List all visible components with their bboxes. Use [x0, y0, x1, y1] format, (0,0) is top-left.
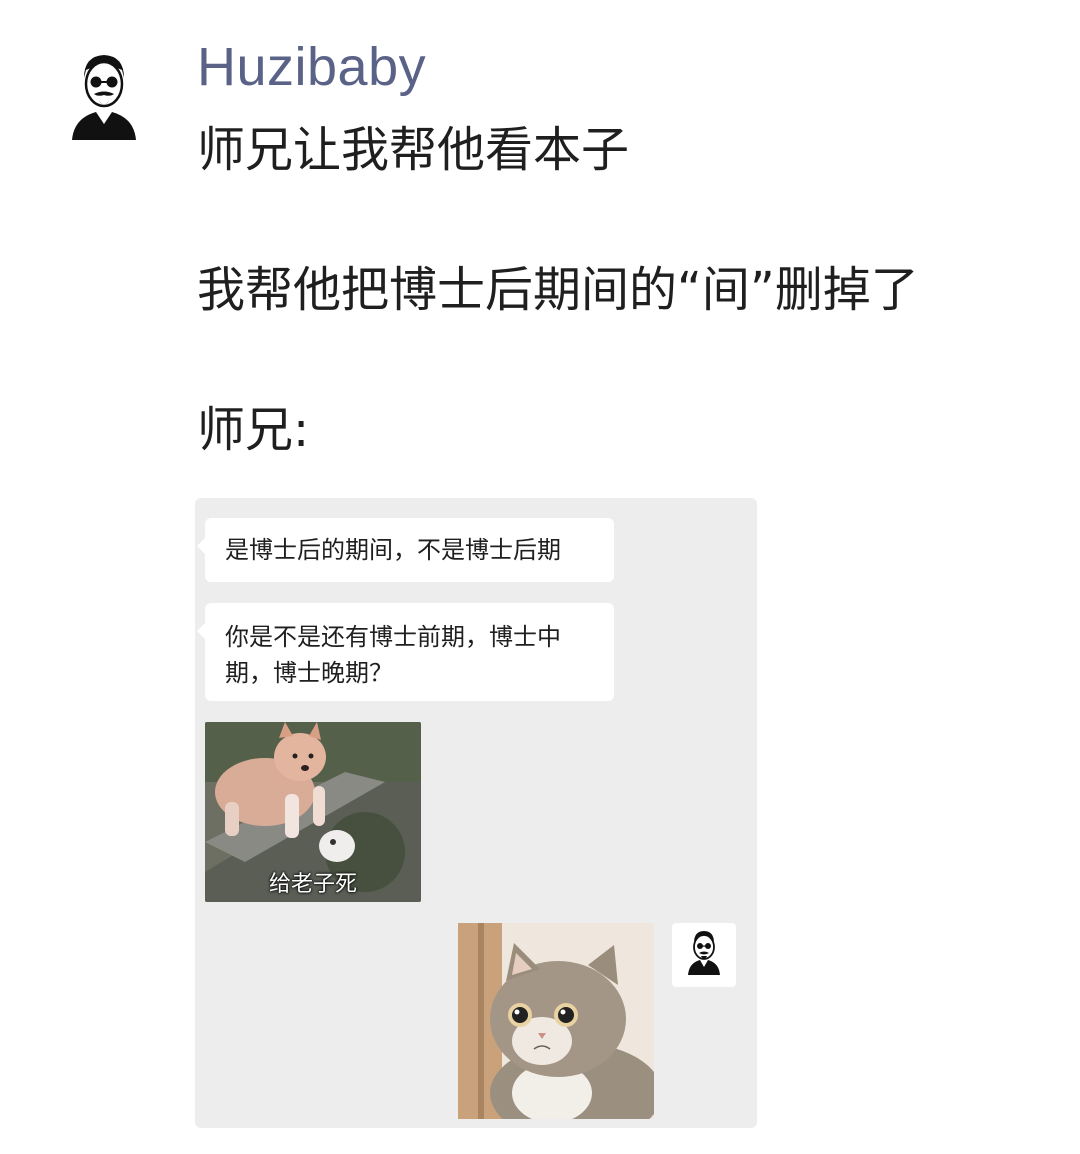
sticker-caption: 给老子死 — [268, 872, 357, 897]
chat-message-bubble: 你是不是还有博士前期，博士中期，博士晚期？ — [197, 603, 614, 701]
post-text-line-2: 我帮他把博士后期间的“间”删掉了 — [197, 262, 919, 318]
chat-avatar-icon[interactable] — [672, 923, 736, 987]
author-username[interactable]: Huzibaby — [197, 36, 426, 98]
post-text-line-3: 师兄: — [197, 402, 310, 458]
author-avatar-icon[interactable] — [66, 48, 142, 144]
post-text-line-1: 师兄让我帮他看本子 — [197, 122, 630, 178]
chat-message-bubble: 是博士后的期间，不是博士后期 — [197, 518, 614, 582]
cat-sticker-image — [458, 923, 654, 1119]
chat-screenshot-image[interactable]: 是博士后的期间，不是博士后期 你是不是还有博士前期，博士中期，博士晚期？ 给老子… — [195, 498, 757, 1128]
dog-sticker-image: 给老子死 — [205, 722, 421, 902]
